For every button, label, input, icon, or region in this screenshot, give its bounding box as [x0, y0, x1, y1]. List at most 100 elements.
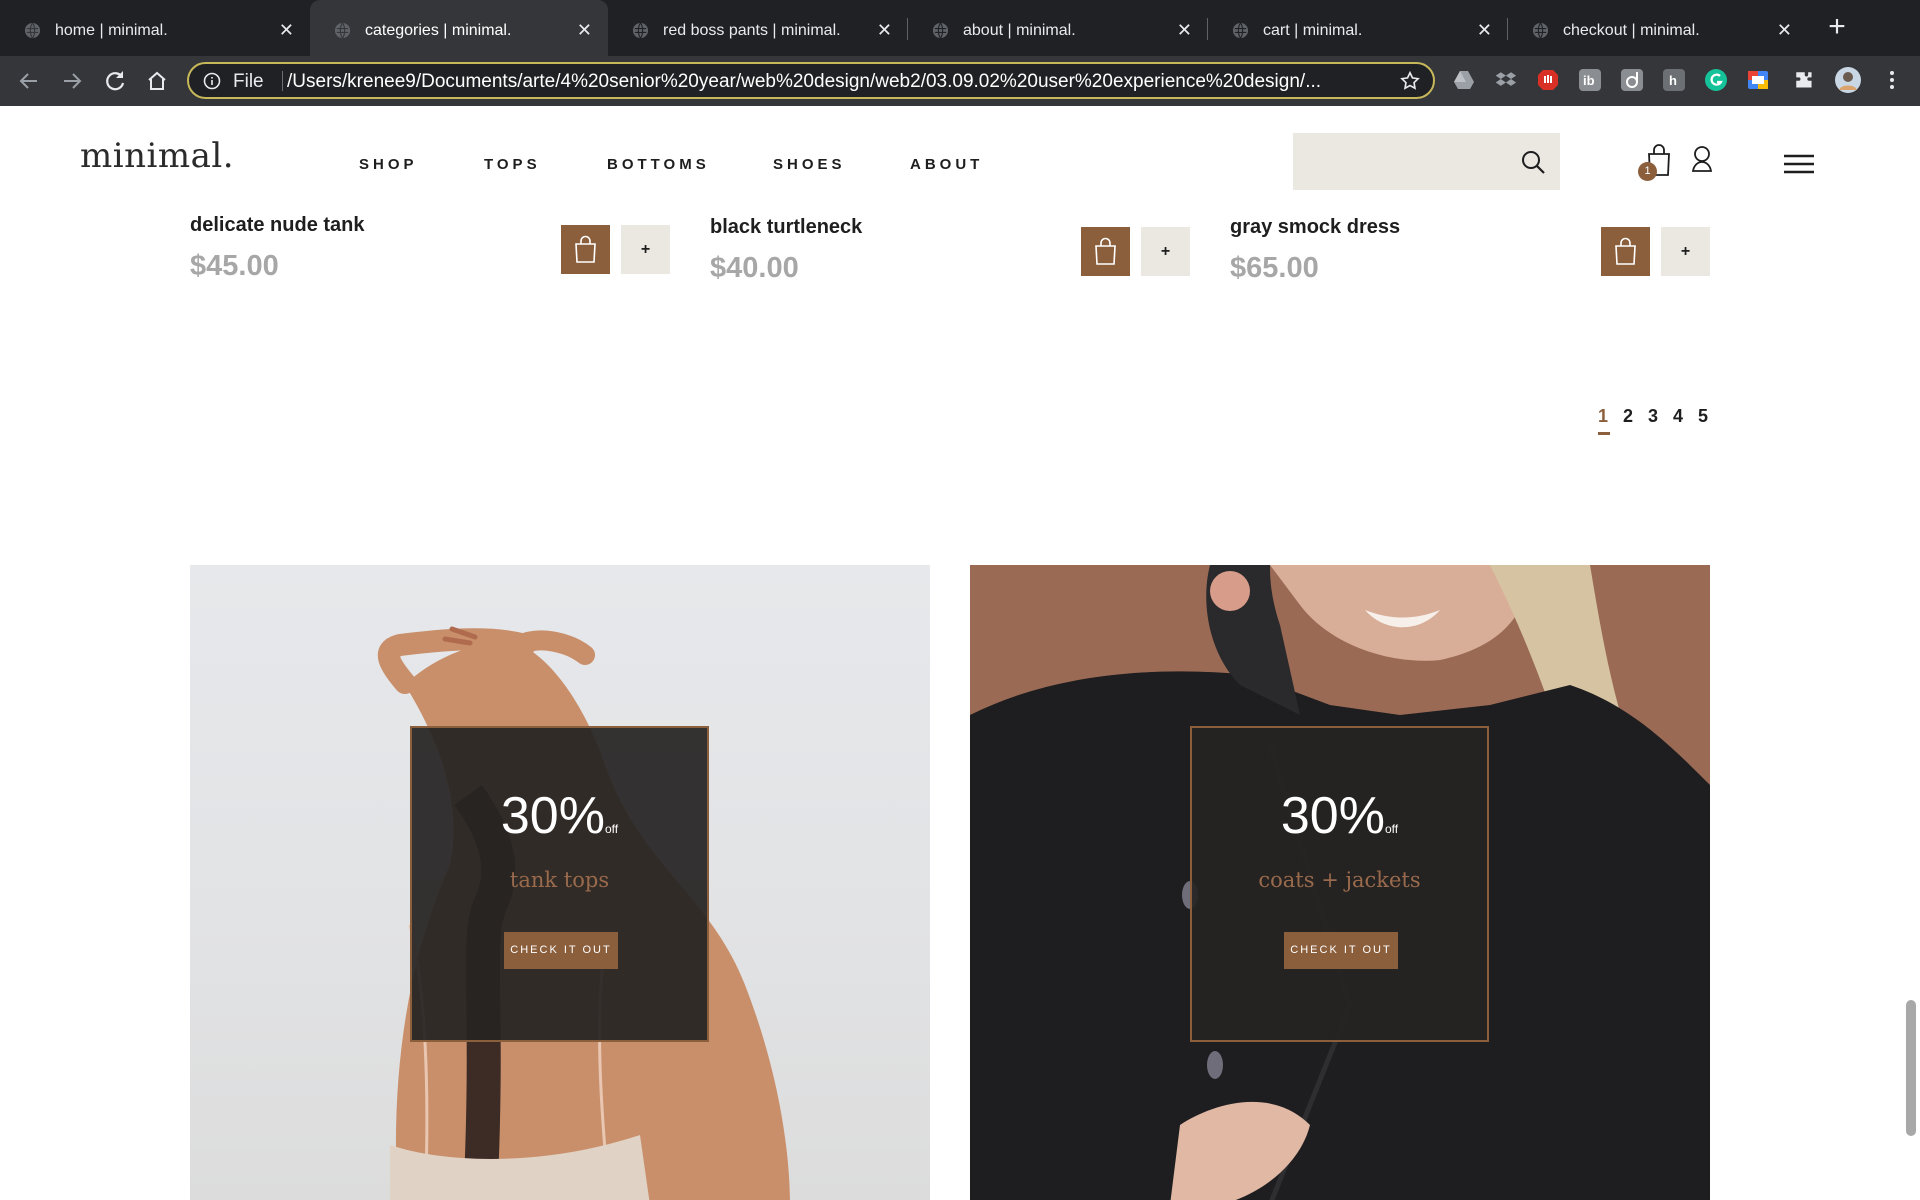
page-link-1[interactable]: 1: [1598, 406, 1608, 427]
site-header: minimal. SHOP TOPS BOTTOMS SHOES ABOUT 1: [0, 106, 1920, 216]
close-icon[interactable]: ✕: [577, 20, 592, 41]
forward-arrow-icon[interactable]: [59, 68, 85, 94]
promo-off-label: off: [604, 822, 619, 836]
hamburger-menu-icon[interactable]: [1784, 154, 1814, 174]
extensions-puzzle-icon[interactable]: [1792, 68, 1816, 92]
tab-title: home | minimal.: [55, 22, 168, 39]
close-icon[interactable]: ✕: [279, 20, 294, 41]
address-bar[interactable]: File /Users/krenee9/Documents/arte/4%20s…: [187, 62, 1435, 99]
promo-percent-value: 30%: [500, 787, 605, 845]
promo-card-tank-tops[interactable]: 30%off tank tops CHECK IT OUT: [190, 565, 930, 1200]
honey-icon[interactable]: h: [1662, 68, 1686, 92]
tab-title: checkout | minimal.: [1563, 22, 1700, 39]
promo-overlay: 30%off coats + jackets CHECK IT OUT: [1190, 726, 1489, 1042]
bookmark-star-icon[interactable]: [1399, 70, 1421, 92]
tab-red-boss-pants[interactable]: red boss pants | minimal. ✕: [608, 0, 908, 56]
back-arrow-icon[interactable]: [16, 68, 42, 94]
promo-discount: 30%off: [1192, 786, 1487, 846]
product-card[interactable]: gray smock dress $65.00: [1230, 216, 1730, 296]
page-link-2[interactable]: 2: [1623, 406, 1633, 427]
home-icon[interactable]: [144, 68, 170, 94]
tab-title: about | minimal.: [963, 22, 1076, 39]
dashlane-icon[interactable]: [1620, 68, 1644, 92]
url-scheme-label: File: [233, 71, 264, 92]
page-link-4[interactable]: 4: [1673, 406, 1683, 427]
tab-title: red boss pants | minimal.: [663, 22, 841, 39]
product-card[interactable]: black turtleneck $40.00: [710, 216, 1210, 296]
nav-shoes[interactable]: SHOES: [773, 156, 846, 173]
page-link-5[interactable]: 5: [1698, 406, 1708, 427]
promo-discount: 30%off: [412, 786, 707, 846]
promo-off-label: off: [1384, 822, 1399, 836]
adblock-icon[interactable]: [1536, 68, 1560, 92]
quick-add-button[interactable]: +: [1141, 227, 1190, 276]
product-name[interactable]: black turtleneck: [710, 216, 862, 239]
search-icon[interactable]: [1520, 149, 1546, 175]
svg-text:h: h: [1669, 73, 1677, 88]
google-drive-icon[interactable]: [1452, 68, 1476, 92]
tab-checkout[interactable]: checkout | minimal. ✕: [1508, 0, 1808, 56]
close-icon[interactable]: ✕: [877, 20, 892, 41]
ibotta-icon[interactable]: ib: [1578, 68, 1602, 92]
promo-category-label: coats + jackets: [1258, 868, 1421, 892]
globe-icon: [632, 22, 649, 39]
add-to-bag-button[interactable]: [1081, 227, 1130, 276]
nav-tops[interactable]: TOPS: [484, 156, 541, 173]
quick-add-button[interactable]: +: [621, 225, 670, 274]
check-it-out-button[interactable]: CHECK IT OUT: [504, 932, 618, 969]
product-card[interactable]: delicate nude tank $45.00: [190, 214, 690, 294]
check-it-out-button[interactable]: CHECK IT OUT: [1284, 932, 1398, 969]
current-page-indicator: [1598, 432, 1610, 435]
globe-icon: [1232, 22, 1249, 39]
product-price: $40.00: [710, 252, 799, 284]
tab-categories[interactable]: categories | minimal. ✕: [310, 0, 608, 56]
svg-text:ib: ib: [1583, 73, 1595, 88]
tab-title: categories | minimal.: [365, 22, 512, 39]
profile-avatar[interactable]: [1834, 66, 1862, 94]
promo-overlay: 30%off tank tops CHECK IT OUT: [410, 726, 709, 1042]
cart-count-badge: 1: [1638, 162, 1657, 181]
product-name[interactable]: delicate nude tank: [190, 214, 365, 237]
page-scrollbar-thumb[interactable]: [1906, 1000, 1916, 1136]
add-to-bag-button[interactable]: [561, 225, 610, 274]
browser-menu-dots-icon[interactable]: [1880, 68, 1904, 92]
nav-bottoms[interactable]: BOTTOMS: [607, 156, 710, 173]
nav-shop[interactable]: SHOP: [359, 156, 418, 173]
shopping-bag-icon: [1615, 237, 1636, 265]
promo-percent-value: 30%: [1280, 787, 1385, 845]
close-icon[interactable]: ✕: [1477, 20, 1492, 41]
add-to-bag-button[interactable]: [1601, 227, 1650, 276]
url-text[interactable]: /Users/krenee9/Documents/arte/4%20senior…: [287, 71, 1377, 93]
nav-about[interactable]: ABOUT: [910, 156, 983, 173]
site-logo[interactable]: minimal.: [80, 136, 234, 176]
color-picker-icon[interactable]: [1746, 68, 1770, 92]
globe-icon: [334, 22, 351, 39]
tab-about[interactable]: about | minimal. ✕: [908, 0, 1208, 56]
close-icon[interactable]: ✕: [1777, 20, 1792, 41]
close-icon[interactable]: ✕: [1177, 20, 1192, 41]
grammarly-icon[interactable]: [1704, 68, 1728, 92]
globe-icon: [1532, 22, 1549, 39]
shopping-bag-icon: [575, 235, 596, 263]
promo-category-label: tank tops: [509, 868, 610, 892]
tab-home[interactable]: home | minimal. ✕: [0, 0, 310, 56]
globe-icon: [24, 22, 41, 39]
quick-add-button[interactable]: +: [1661, 227, 1710, 276]
reload-icon[interactable]: [102, 68, 128, 94]
browser-toolbar: File /Users/krenee9/Documents/arte/4%20s…: [0, 56, 1920, 106]
dropbox-icon[interactable]: [1494, 68, 1518, 92]
user-account-icon[interactable]: [1690, 144, 1714, 174]
product-price: $45.00: [190, 250, 279, 282]
omnibox-divider: [282, 71, 283, 91]
promo-card-coats-jackets[interactable]: 30%off coats + jackets CHECK IT OUT: [970, 565, 1710, 1200]
shopping-bag-icon: [1095, 237, 1116, 265]
page-link-3[interactable]: 3: [1648, 406, 1658, 427]
tab-cart[interactable]: cart | minimal. ✕: [1208, 0, 1508, 56]
info-icon[interactable]: [203, 72, 221, 90]
globe-icon: [932, 22, 949, 39]
new-tab-button[interactable]: +: [1822, 12, 1852, 42]
tab-title: cart | minimal.: [1263, 22, 1363, 39]
browser-tab-strip: home | minimal. ✕ categories | minimal. …: [0, 0, 1920, 56]
product-name[interactable]: gray smock dress: [1230, 216, 1400, 239]
product-price: $65.00: [1230, 252, 1319, 284]
